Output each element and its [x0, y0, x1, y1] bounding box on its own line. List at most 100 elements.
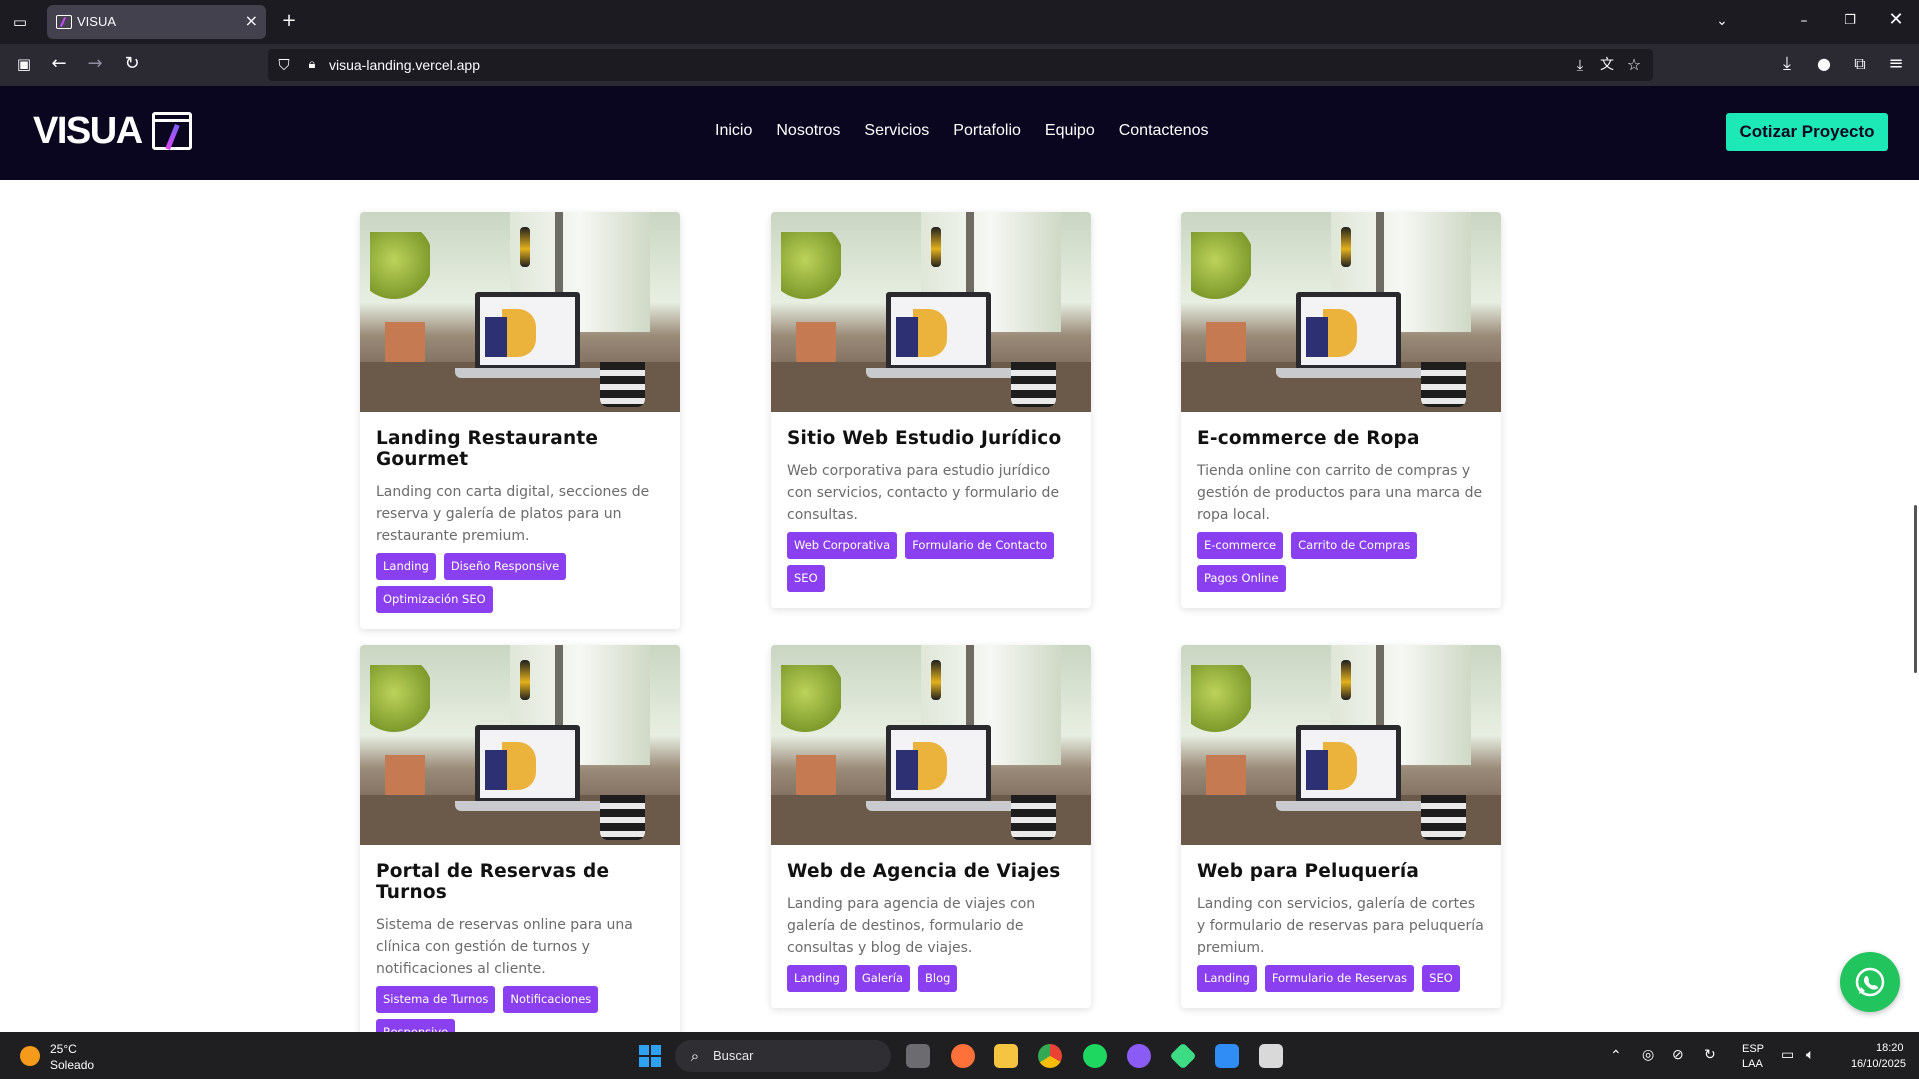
project-tags: E-commerce Carrito de Compras Pagos Onli…	[1197, 532, 1485, 592]
project-card[interactable]: E-commerce de Ropa Tienda online con car…	[1181, 212, 1501, 608]
language-bottom[interactable]: LAA	[1742, 1058, 1763, 1070]
project-description: Sistema de reservas online para una clín…	[376, 917, 633, 977]
url-bar[interactable]: ⛉ 🔒︎ visua-landing.vercel.app ⤓ 文 ☆	[268, 49, 1653, 81]
logo-mark-icon	[151, 112, 192, 150]
project-card[interactable]: Web para Peluquería Landing con servicio…	[1181, 645, 1501, 1008]
project-tags: Landing Formulario de Reservas SEO	[1197, 965, 1485, 992]
tray-overflow-chevron-icon[interactable]: ⌃	[1610, 1047, 1622, 1064]
firefox-icon[interactable]	[951, 1044, 975, 1068]
tab-title: VISUA	[77, 14, 117, 29]
clock-time[interactable]: 18:20	[1876, 1042, 1904, 1054]
weather-sun-icon[interactable]	[20, 1046, 40, 1066]
site-logo[interactable]: VISUA	[33, 106, 192, 156]
project-card[interactable]: Landing Restaurante Gourmet Landing con …	[360, 212, 680, 629]
extensions-icon[interactable]: ⧉	[1849, 54, 1871, 74]
site-header: VISUA Inicio Nosotros Servicios Portafol…	[0, 86, 1919, 180]
sync-icon[interactable]: ↻	[1704, 1046, 1716, 1063]
url-text[interactable]: visua-landing.vercel.app	[329, 57, 480, 73]
volume-icon[interactable]: 🔈︎	[1806, 1046, 1814, 1063]
restore-icon[interactable]: ❐	[1839, 11, 1861, 31]
weather-temperature[interactable]: 25°C	[50, 1042, 77, 1056]
tag-badge: Landing	[376, 553, 436, 580]
snipping-tool-icon[interactable]	[1259, 1044, 1283, 1068]
project-title: Landing Restaurante Gourmet	[376, 428, 599, 470]
tab-overflow-chevron-icon[interactable]: ⌄	[1711, 11, 1733, 31]
tag-badge: SEO	[1422, 965, 1460, 992]
project-tags: Landing Galería Blog	[787, 965, 1075, 992]
tag-badge: Landing	[787, 965, 847, 992]
weather-description[interactable]: Soleado	[50, 1058, 94, 1072]
whatsapp-button[interactable]	[1840, 952, 1900, 1012]
forward-icon[interactable]: →	[84, 54, 106, 74]
reload-icon[interactable]: ↻	[121, 54, 143, 74]
sidebar-toggle-icon[interactable]: ▣	[13, 54, 35, 74]
page-scrollbar[interactable]	[1914, 505, 1917, 673]
shield-icon[interactable]: ⛉	[273, 55, 295, 75]
tag-badge: Web Corporativa	[787, 532, 898, 559]
project-image	[1181, 645, 1501, 845]
browser-tab[interactable]: VISUA ×	[47, 5, 266, 39]
logo-text: VISUA	[33, 109, 143, 152]
tag-badge: Formulario de Reservas	[1264, 965, 1415, 992]
chrome-icon[interactable]	[1038, 1044, 1062, 1068]
tag-badge: Optimización SEO	[376, 586, 493, 613]
nav-link-inicio[interactable]: Inicio	[715, 122, 752, 140]
tag-badge: Galería	[854, 965, 911, 992]
spotify-icon[interactable]	[1083, 1044, 1107, 1068]
start-windows-icon[interactable]	[639, 1045, 661, 1067]
nav-link-servicios[interactable]: Servicios	[864, 122, 929, 140]
browser-nav-bar: ▣ ← → ↻ ⛉ 🔒︎ visua-landing.vercel.app ⤓ …	[0, 44, 1919, 86]
git-tool-icon[interactable]	[1169, 1042, 1197, 1070]
project-description: Tienda online con carrito de compras y g…	[1197, 463, 1483, 523]
project-tags: Web Corporativa Formulario de Contacto S…	[787, 532, 1075, 592]
project-title: Sitio Web Estudio Jurídico	[787, 428, 1062, 449]
tag-badge: Diseño Responsive	[443, 553, 567, 580]
tag-badge: Formulario de Contacto	[905, 532, 1055, 559]
search-placeholder: Buscar	[713, 1048, 754, 1063]
tag-badge: Pagos Online	[1197, 565, 1286, 592]
browser-tab-bar: ▭ VISUA × + ⌄ – ❐ ✕	[0, 0, 1919, 44]
project-tags: Landing Diseño Responsive Optimización S…	[376, 553, 664, 613]
github-desktop-icon[interactable]	[1127, 1044, 1151, 1068]
language-top[interactable]: ESP	[1742, 1043, 1764, 1055]
clock-date[interactable]: 16/10/2025	[1839, 1058, 1906, 1070]
tray-app-icon[interactable]: ◎	[1642, 1046, 1654, 1063]
extension-info-icon[interactable]: ●	[1813, 54, 1835, 74]
nav-link-equipo[interactable]: Equipo	[1045, 122, 1095, 140]
file-explorer-icon[interactable]	[994, 1044, 1018, 1068]
menu-icon[interactable]: ≡	[1885, 54, 1907, 74]
new-tab-icon[interactable]: +	[278, 11, 300, 31]
cotizar-proyecto-button[interactable]: Cotizar Proyecto	[1726, 113, 1888, 151]
project-image	[360, 645, 680, 845]
project-image	[771, 645, 1091, 845]
bookmark-star-icon[interactable]: ☆	[1623, 55, 1645, 75]
nav-link-nosotros[interactable]: Nosotros	[776, 122, 840, 140]
close-window-icon[interactable]: ✕	[1885, 10, 1907, 30]
display-icon[interactable]: ▭	[1781, 1046, 1794, 1063]
project-card[interactable]: Web de Agencia de Viajes Landing para ag…	[771, 645, 1091, 1008]
vscode-icon[interactable]	[1215, 1044, 1239, 1068]
back-icon[interactable]: ←	[48, 54, 70, 74]
taskbar-search[interactable]: ⌕ Buscar	[675, 1040, 891, 1072]
project-image	[360, 212, 680, 412]
search-icon: ⌕	[690, 1047, 700, 1065]
lock-icon[interactable]: 🔒︎	[301, 55, 323, 75]
taskbar: 25°C Soleado ⌕ Buscar ⌃ ◎ ⊘ ↻ ESP LAA ▭ …	[0, 1032, 1919, 1079]
tag-badge: Notificaciones	[503, 986, 599, 1013]
tag-badge: Landing	[1197, 965, 1257, 992]
install-app-icon[interactable]: ⤓	[1569, 55, 1591, 75]
network-off-icon[interactable]: ⊘	[1672, 1046, 1684, 1063]
project-card[interactable]: Sitio Web Estudio Jurídico Web corporati…	[771, 212, 1091, 608]
downloads-icon[interactable]: ⤓	[1776, 54, 1798, 74]
minimize-icon[interactable]: –	[1793, 11, 1815, 31]
project-title: Portal de Reservas de Turnos	[376, 861, 610, 903]
nav-link-contactenos[interactable]: Contactenos	[1119, 122, 1209, 140]
tab-close-icon[interactable]: ×	[245, 11, 258, 30]
project-card[interactable]: Portal de Reservas de Turnos Sistema de …	[360, 645, 680, 1062]
task-view-icon[interactable]	[906, 1044, 930, 1068]
translate-icon[interactable]: 文	[1596, 55, 1618, 75]
tab-list-icon[interactable]: ▭	[9, 12, 31, 32]
tag-badge: Sistema de Turnos	[376, 986, 496, 1013]
tag-badge: SEO	[787, 565, 825, 592]
nav-link-portafolio[interactable]: Portafolio	[953, 122, 1021, 140]
